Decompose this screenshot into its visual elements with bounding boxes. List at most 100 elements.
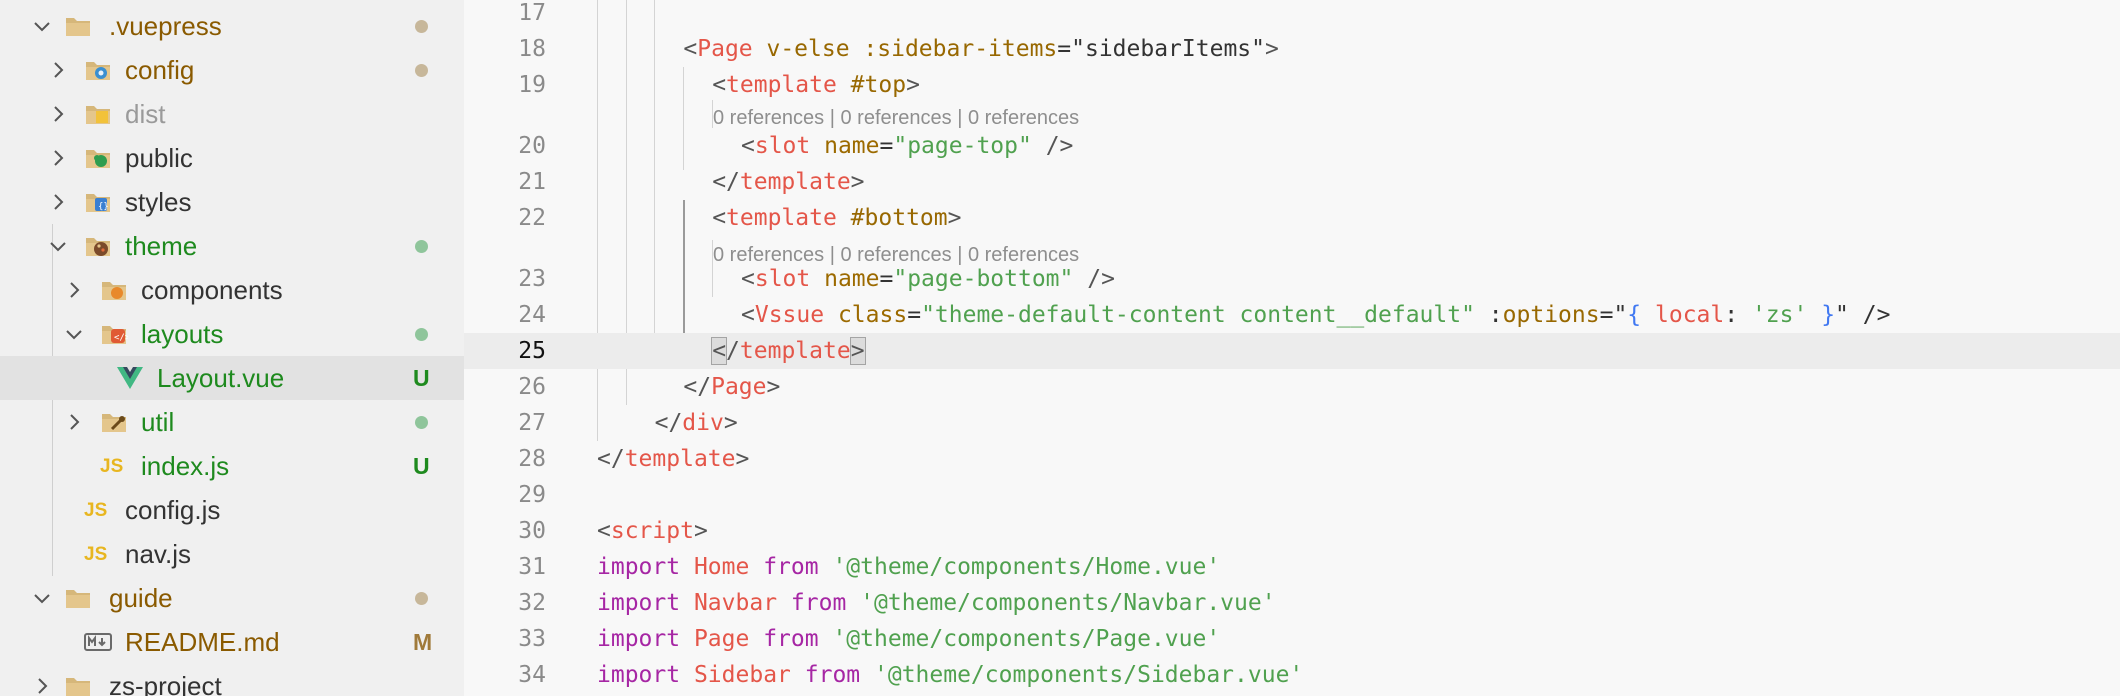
explorer-item-dist[interactable]: dist	[0, 92, 464, 136]
code-token: =	[907, 302, 922, 328]
code-token: import	[597, 626, 681, 652]
line-number: 29	[518, 482, 546, 508]
line-number: 28	[518, 446, 546, 472]
codelens-references[interactable]: 0 references | 0 references | 0 referenc…	[713, 240, 1079, 270]
code-token: Home	[693, 554, 750, 580]
chevron-down-icon[interactable]	[32, 16, 52, 36]
explorer-item-config-js[interactable]: JS config.js	[0, 488, 464, 532]
code-token: import	[597, 662, 681, 688]
code-line[interactable]: 30 <script>	[464, 513, 2120, 549]
explorer-item-layouts[interactable]: </> layouts	[0, 312, 464, 356]
code-line[interactable]: 24 <Vssue class="theme-default-content co…	[464, 297, 2120, 333]
code-line[interactable]: 25 </template>	[464, 333, 2120, 369]
code-token: >	[906, 72, 920, 98]
code-token: Navbar	[693, 590, 778, 616]
folder-styles-icon: {}	[84, 189, 112, 215]
explorer-item-components[interactable]: components	[0, 268, 464, 312]
git-status-badge: U	[413, 365, 430, 391]
code-line[interactable]: 32 import Navbar from '@theme/components/…	[464, 585, 2120, 621]
code-token: >	[723, 410, 738, 436]
chevron-right-icon[interactable]	[64, 412, 84, 432]
explorer-item-config[interactable]: config	[0, 48, 464, 92]
code-token: div	[682, 410, 724, 436]
explorer-item-layout-vue[interactable]: Layout.vue U	[0, 356, 464, 400]
code-text: <Page v-else :sidebar-items="sidebarItem…	[683, 34, 1278, 64]
code-token: local	[1641, 302, 1725, 328]
git-status-dot	[415, 592, 428, 605]
line-number: 21	[518, 169, 546, 195]
explorer-item-vuepress[interactable]: .vuepress	[0, 4, 464, 48]
code-line[interactable]: 18 <Page v-else :sidebar-items="sidebarIt…	[464, 31, 2120, 67]
line-number: 25	[518, 338, 546, 364]
explorer-item-label: .vuepress	[109, 11, 222, 41]
explorer-item-label: layouts	[141, 319, 224, 349]
code-token: <	[597, 518, 611, 544]
code-line[interactable]: 28 </template>	[464, 441, 2120, 477]
chevron-right-icon[interactable]	[48, 192, 68, 212]
code-token: class	[824, 302, 908, 328]
code-line[interactable]: 26 </Page>	[464, 369, 2120, 405]
code-token: '@theme/components/Sidebar.vue'	[874, 662, 1304, 688]
explorer-item-label: styles	[125, 187, 192, 217]
folder-public-icon	[84, 145, 112, 171]
code-line[interactable]: 21 </template>	[464, 164, 2120, 200]
code-line[interactable]: 27 </div>	[464, 405, 2120, 441]
code-text: <script>	[597, 516, 708, 546]
code-token: script	[610, 518, 694, 544]
code-text: </template>	[597, 444, 749, 474]
explorer-item-nav-js[interactable]: JS nav.js	[0, 532, 464, 576]
explorer-item-guide[interactable]: guide	[0, 576, 464, 620]
git-status-badge: M	[413, 629, 433, 655]
line-number: 24	[518, 302, 546, 328]
explorer-item-styles[interactable]: {} styles	[0, 180, 464, 224]
chevron-right-icon[interactable]	[48, 148, 68, 168]
chevron-right-icon[interactable]	[48, 60, 68, 80]
explorer-item-index-js[interactable]: JS index.js U	[0, 444, 464, 488]
code-token: " />	[1835, 302, 1891, 328]
code-token: <	[712, 205, 727, 231]
explorer-item-theme[interactable]: theme	[0, 224, 464, 268]
chevron-down-icon[interactable]	[64, 324, 84, 344]
line-number: 23	[518, 266, 546, 292]
code-token: template	[726, 205, 837, 231]
code-token: </	[712, 169, 740, 195]
js-file-icon: JS	[84, 544, 108, 565]
explorer-item-util[interactable]: util	[0, 400, 464, 444]
chevron-right-icon[interactable]	[64, 280, 84, 300]
codelens-references[interactable]: 0 references | 0 references | 0 referenc…	[713, 103, 1079, 133]
code-token: </	[683, 374, 712, 400]
explorer-item-readme[interactable]: README.md M	[0, 620, 464, 664]
code-token: "page-top"	[893, 133, 1032, 159]
code-token: ="	[1599, 302, 1628, 328]
code-token: from	[763, 554, 819, 580]
folder-icon	[64, 13, 92, 39]
chevron-right-icon[interactable]	[32, 676, 52, 696]
chevron-right-icon[interactable]	[48, 104, 68, 124]
bracket-match: <	[711, 337, 728, 365]
code-line[interactable]: 29	[464, 477, 2120, 513]
chevron-down-icon[interactable]	[32, 588, 52, 608]
code-line[interactable]: 34 import Sidebar from '@theme/components…	[464, 657, 2120, 693]
code-token: template	[624, 446, 736, 472]
explorer-item-label: Layout.vue	[157, 363, 285, 393]
svg-text:{}: {}	[98, 202, 109, 212]
code-line[interactable]: 19 <template #top>	[464, 67, 2120, 103]
js-file-icon: JS	[84, 500, 108, 521]
folder-util-icon	[100, 409, 128, 435]
code-token: <	[683, 36, 698, 62]
chevron-down-icon[interactable]	[48, 236, 68, 256]
code-token: </	[597, 446, 625, 472]
code-line[interactable]: 22 <template #bottom>	[464, 200, 2120, 236]
explorer-item-zs-project[interactable]: zs-project	[0, 664, 464, 696]
code-token: template	[739, 169, 851, 195]
code-token: options	[1502, 302, 1600, 328]
explorer-item-label: README.md	[125, 627, 280, 657]
code-line[interactable]: 31 import Home from '@theme/components/Ho…	[464, 549, 2120, 585]
code-line[interactable]: 17	[464, 0, 2120, 31]
code-line[interactable]: 33 import Page from '@theme/components/Pa…	[464, 621, 2120, 657]
explorer-item-public[interactable]: public	[0, 136, 464, 180]
code-line[interactable]: 20 <slot name="page-top" />	[464, 128, 2120, 164]
